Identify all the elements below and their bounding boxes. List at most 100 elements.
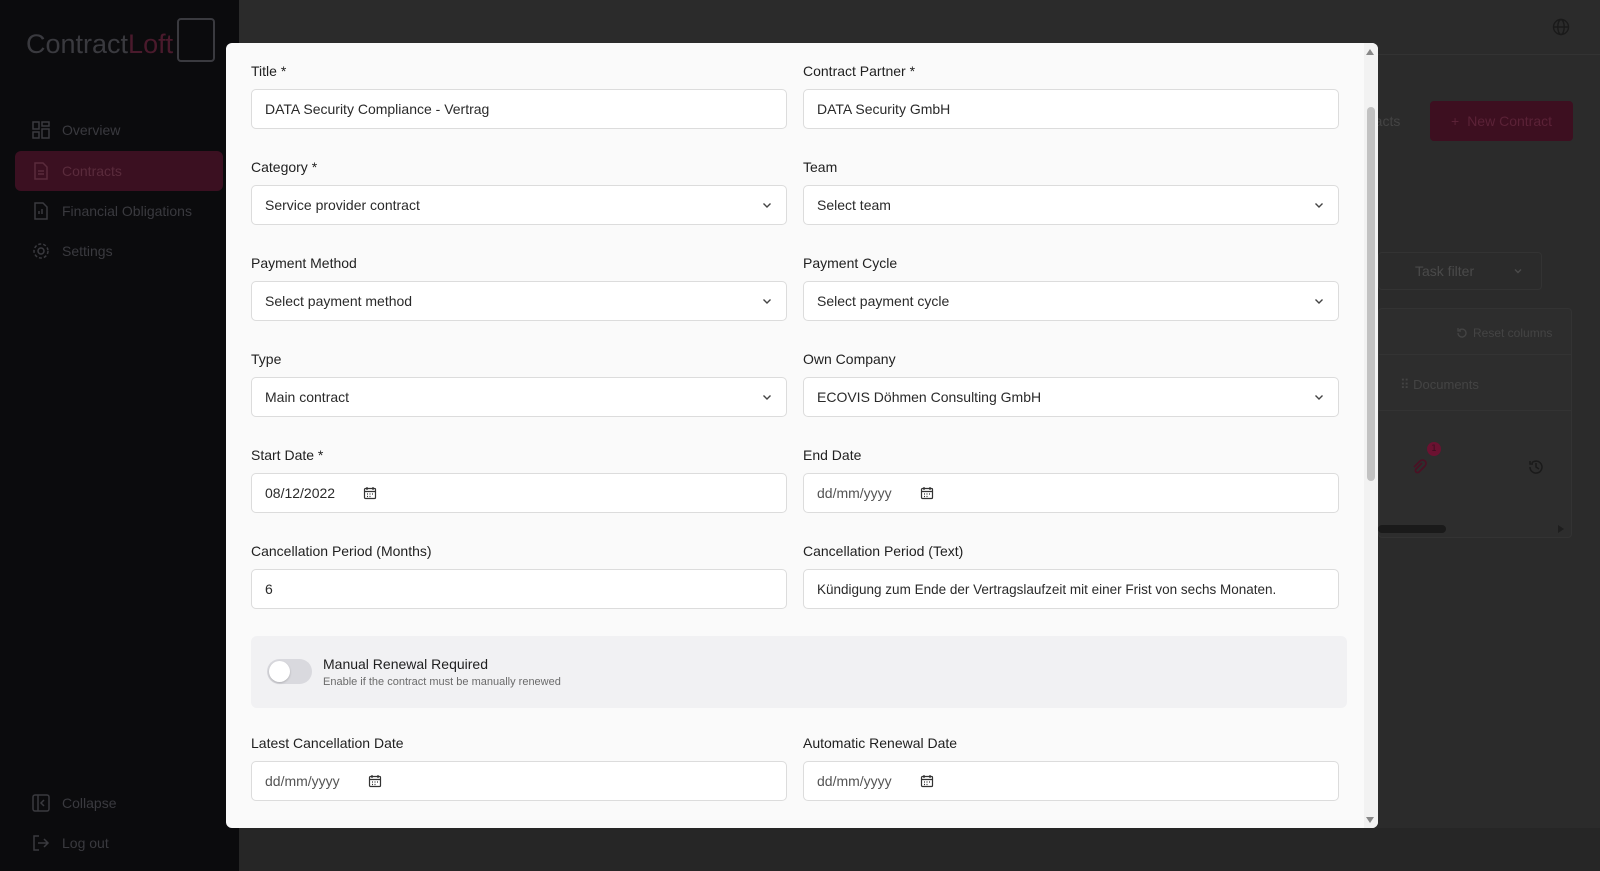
collapse-label: Collapse bbox=[62, 795, 117, 811]
app-logo: Contract Loft bbox=[26, 18, 216, 66]
logo-text-accent: Loft bbox=[128, 28, 174, 59]
reset-icon bbox=[1457, 328, 1467, 338]
category-label: Category * bbox=[251, 159, 318, 175]
chevron-down-icon bbox=[1514, 269, 1522, 274]
cancellation-text-label: Cancellation Period (Text) bbox=[803, 543, 964, 559]
manual-renewal-toggle[interactable] bbox=[267, 659, 312, 684]
paperclip-icon[interactable] bbox=[1410, 458, 1428, 476]
chevron-down-icon bbox=[1315, 395, 1323, 400]
table-divider bbox=[1378, 410, 1572, 411]
cancellation-months-input[interactable]: 6 bbox=[251, 569, 787, 609]
chevron-down-icon bbox=[763, 395, 771, 400]
calendar-icon[interactable] bbox=[920, 486, 934, 500]
sidebar-item-label: Settings bbox=[62, 243, 113, 259]
sidebar-item-label: Financial Obligations bbox=[62, 203, 192, 219]
finance-icon bbox=[32, 202, 50, 220]
chevron-down-icon bbox=[763, 203, 771, 208]
team-select[interactable]: Select team bbox=[803, 185, 1339, 225]
cancellation-text-field-group: Cancellation Period (Text) Kündigung zum… bbox=[803, 542, 1339, 609]
contracts-table bbox=[1378, 308, 1572, 538]
category-select[interactable]: Service provider contract bbox=[251, 185, 787, 225]
title-input[interactable]: DATA Security Compliance - Vertrag bbox=[251, 89, 787, 129]
start-date-value: 08/12/2022 bbox=[265, 485, 336, 501]
type-label: Type bbox=[251, 351, 282, 367]
scroll-down-arrow[interactable] bbox=[1366, 817, 1374, 823]
edit-contract-modal: Title * DATA Security Compliance - Vertr… bbox=[226, 43, 1378, 828]
latest-cancellation-input[interactable]: dd/mm/yyyy bbox=[251, 761, 787, 801]
sidebar: Contract Loft Overview Contracts Financia… bbox=[0, 0, 239, 871]
type-select[interactable]: Main contract bbox=[251, 377, 787, 417]
logout-button[interactable]: Log out bbox=[15, 823, 223, 863]
dashboard-icon bbox=[32, 121, 50, 139]
sidebar-item-label: Contracts bbox=[62, 163, 122, 179]
payment-cycle-label: Payment Cycle bbox=[803, 255, 898, 271]
logout-icon bbox=[32, 834, 50, 852]
calendar-icon[interactable] bbox=[363, 486, 377, 500]
reset-columns-button[interactable]: Reset columns bbox=[1456, 326, 1552, 340]
title-value: DATA Security Compliance - Vertrag bbox=[265, 101, 490, 117]
type-field-group: Type Main contract bbox=[251, 350, 787, 417]
history-icon[interactable] bbox=[1527, 458, 1545, 476]
new-contract-label: New Contract bbox=[1467, 113, 1552, 129]
logout-label: Log out bbox=[62, 835, 109, 851]
table-horizontal-scrollbar[interactable] bbox=[1378, 525, 1446, 533]
own-company-label: Own Company bbox=[803, 351, 896, 367]
sidebar-item-overview[interactable]: Overview bbox=[15, 110, 223, 150]
modal-scroll-thumb[interactable] bbox=[1367, 107, 1375, 481]
type-value: Main contract bbox=[265, 389, 350, 405]
modal-scrollbar[interactable] bbox=[1364, 43, 1378, 828]
sidebar-item-label: Overview bbox=[62, 122, 121, 138]
sidebar-item-contracts[interactable]: Contracts bbox=[15, 151, 223, 191]
cancellation-text-value: Kündigung zum Ende der Vertragslaufzeit … bbox=[817, 581, 1277, 597]
payment-method-select[interactable]: Select payment method bbox=[251, 281, 787, 321]
chevron-down-icon bbox=[1315, 203, 1323, 208]
new-contract-button[interactable]: + New Contract bbox=[1430, 101, 1573, 141]
payment-cycle-field-group: Payment Cycle Select payment cycle bbox=[803, 254, 1339, 321]
end-date-field-group: End Date dd/mm/yyyy bbox=[803, 446, 1339, 513]
own-company-field-group: Own Company ECOVIS Döhmen Consulting Gmb… bbox=[803, 350, 1339, 417]
calendar-icon[interactable] bbox=[920, 774, 934, 788]
collapse-button[interactable]: Collapse bbox=[15, 783, 223, 823]
document-icon bbox=[32, 162, 50, 180]
sidebar-item-settings[interactable]: Settings bbox=[15, 231, 223, 271]
payment-cycle-select[interactable]: Select payment cycle bbox=[803, 281, 1339, 321]
manual-renewal-section: Manual Renewal Required Enable if the co… bbox=[251, 636, 1347, 708]
scroll-right-arrow[interactable] bbox=[1558, 525, 1564, 533]
title-label: Title * bbox=[251, 63, 287, 79]
task-filter-select[interactable]: Task filter bbox=[1378, 252, 1542, 290]
automatic-renewal-field-group: Automatic Renewal Date dd/mm/yyyy bbox=[803, 734, 1339, 801]
cancellation-text-input[interactable]: Kündigung zum Ende der Vertragslaufzeit … bbox=[803, 569, 1339, 609]
manual-renewal-description: Enable if the contract must be manually … bbox=[323, 676, 561, 688]
payment-method-label: Payment Method bbox=[251, 255, 357, 271]
globe-icon[interactable] bbox=[1552, 18, 1570, 36]
payment-cycle-value: Select payment cycle bbox=[817, 293, 950, 309]
documents-column-label: Documents bbox=[1413, 377, 1479, 392]
scroll-up-arrow[interactable] bbox=[1366, 49, 1374, 55]
chevron-down-icon bbox=[763, 299, 771, 304]
sidebar-item-financial-obligations[interactable]: Financial Obligations bbox=[15, 191, 223, 231]
automatic-renewal-input[interactable]: dd/mm/yyyy bbox=[803, 761, 1339, 801]
latest-cancellation-value: dd/mm/yyyy bbox=[265, 773, 340, 789]
cancellation-months-field-group: Cancellation Period (Months) 6 bbox=[251, 542, 787, 609]
logo-text-main: Contract bbox=[26, 28, 129, 59]
contract-partner-field-group: Contract Partner * DATA Security GmbH bbox=[803, 62, 1339, 129]
own-company-select[interactable]: ECOVIS Döhmen Consulting GmbH bbox=[803, 377, 1339, 417]
contract-partner-input[interactable]: DATA Security GmbH bbox=[803, 89, 1339, 129]
end-date-value: dd/mm/yyyy bbox=[817, 485, 892, 501]
payment-method-field-group: Payment Method Select payment method bbox=[251, 254, 787, 321]
task-filter-label: Task filter bbox=[1415, 263, 1475, 279]
start-date-field-group: Start Date * 08/12/2022 bbox=[251, 446, 787, 513]
automatic-renewal-value: dd/mm/yyyy bbox=[817, 773, 892, 789]
title-field-group: Title * DATA Security Compliance - Vertr… bbox=[251, 62, 787, 129]
documents-column-header[interactable]: ⠿ Documents bbox=[1400, 377, 1479, 393]
contract-partner-label: Contract Partner * bbox=[803, 63, 916, 79]
logo-document-icon bbox=[177, 18, 216, 62]
end-date-input[interactable]: dd/mm/yyyy bbox=[803, 473, 1339, 513]
start-date-input[interactable]: 08/12/2022 bbox=[251, 473, 787, 513]
reset-columns-label: Reset columns bbox=[1473, 326, 1553, 340]
calendar-icon[interactable] bbox=[368, 774, 382, 788]
manual-renewal-title: Manual Renewal Required bbox=[323, 656, 488, 672]
plus-icon: + bbox=[1451, 113, 1460, 129]
collapse-icon bbox=[32, 794, 50, 812]
chevron-down-icon bbox=[1315, 299, 1323, 304]
